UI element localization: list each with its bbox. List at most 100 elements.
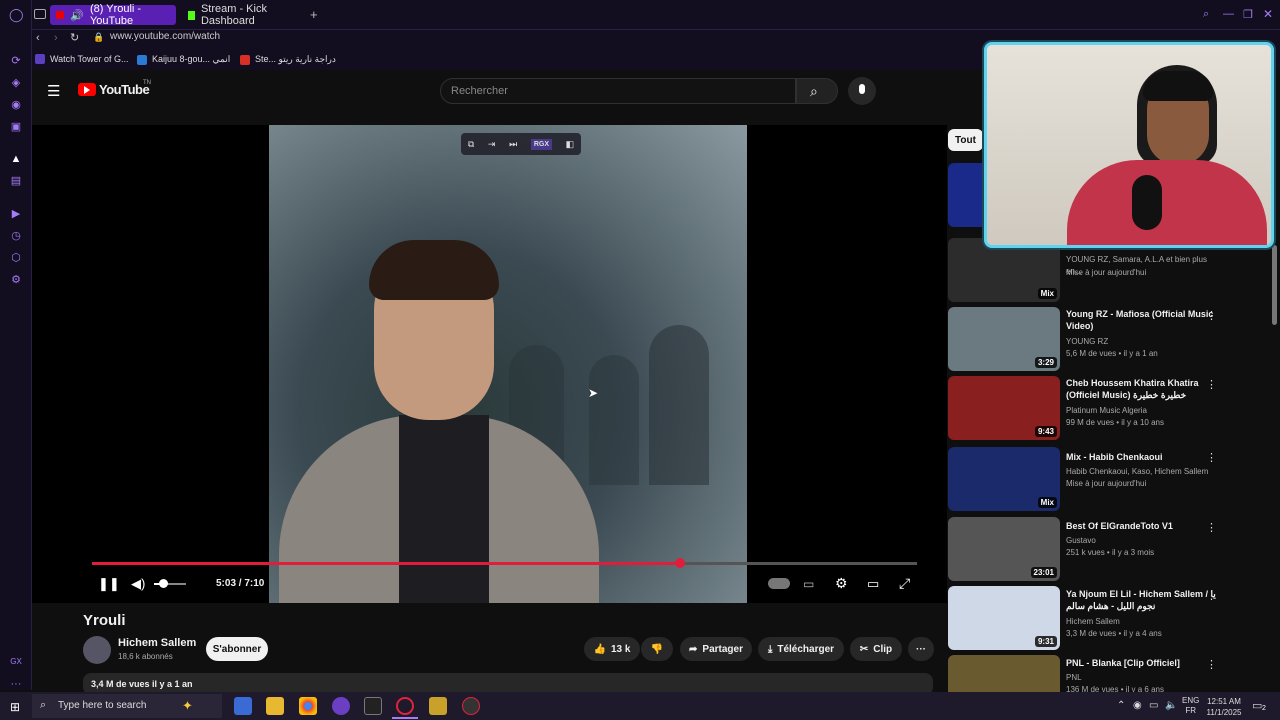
network-icon[interactable]: ▭ (1149, 700, 1158, 711)
rec-thumbnail[interactable]: 9:31 (948, 586, 1060, 650)
subscribe-button[interactable]: S'abonner (206, 637, 268, 661)
voice-search-button[interactable] (848, 77, 876, 105)
rec-more-icon[interactable]: ⋮ (1206, 589, 1217, 602)
rec-title[interactable]: Young RZ - Mafiosa (Official Music Video… (1066, 308, 1216, 332)
obs-icon[interactable] (462, 697, 480, 715)
back-icon[interactable]: ‹ (36, 32, 40, 44)
close-window-icon[interactable]: ✕ (1263, 7, 1273, 21)
rec-more-icon[interactable]: ⋮ (1206, 378, 1217, 391)
share-button[interactable]: ➦ Partager (680, 637, 752, 661)
sidebar-toggle-icon[interactable]: ◧ (566, 139, 575, 150)
rec-channel[interactable]: PNL (1066, 672, 1216, 684)
rec-title[interactable]: Cheb Houssem Khatira Khatira (Officiel M… (1066, 377, 1216, 401)
opera-gx-icon[interactable] (396, 697, 414, 715)
tray-chevron-icon[interactable]: ⌃ (1117, 700, 1125, 711)
popout-icon[interactable]: ⧉ (468, 139, 474, 150)
app-icon[interactable] (332, 697, 350, 715)
windows-start-icon[interactable]: ⊞ (10, 700, 20, 714)
rec-more-icon[interactable]: ⋮ (1206, 658, 1217, 671)
bookmark-3[interactable]: Ste... دراجة نارية ريتو (240, 54, 336, 65)
rec-title[interactable]: Mix - Habib Chenkaoui (1066, 451, 1216, 463)
volume-icon[interactable]: ◀) (131, 576, 145, 592)
skip-icon[interactable]: ⏭ (509, 139, 517, 150)
filter-chip-all[interactable]: Tout (948, 129, 983, 151)
volume-tray-icon[interactable]: 🔈 (1165, 700, 1177, 711)
channel-avatar[interactable] (83, 636, 111, 664)
file-explorer-icon[interactable] (266, 697, 284, 715)
sidebar-settings-icon[interactable]: ⚙ (9, 273, 23, 287)
tab-kick[interactable]: Stream - Kick Dashboard (182, 3, 302, 27)
rec-channel[interactable]: Gustavo (1066, 535, 1216, 547)
opera-logo-icon[interactable]: ◯ (9, 8, 24, 22)
terminal-icon[interactable] (364, 697, 382, 715)
settings-gear-icon[interactable]: ⚙ (835, 575, 848, 592)
search-button[interactable]: ⌕ (796, 78, 838, 104)
pause-icon[interactable]: ❚❚ (98, 576, 120, 592)
taskbar-search-input[interactable]: Type here to search (32, 694, 222, 718)
url-field[interactable]: www.youtube.com/watch (110, 31, 220, 42)
sidebar-messenger-icon[interactable]: ◉ (9, 98, 23, 112)
rec-channel[interactable]: Hichem Sallem (1066, 616, 1216, 628)
minimize-icon[interactable]: — (1223, 8, 1234, 20)
download-button[interactable]: ⤓ Télécharger (758, 637, 844, 661)
new-tab-button[interactable]: + (310, 7, 318, 22)
speaker-icon[interactable]: 🔊 (70, 9, 84, 22)
rec-thumbnail[interactable]: 9:43 (948, 376, 1060, 440)
rec-thumbnail-partial[interactable] (948, 163, 983, 227)
rgx-button[interactable]: RGX (530, 138, 552, 150)
clock[interactable]: 12:51 AM 11/1/2025 (1204, 696, 1244, 718)
autoplay-toggle[interactable] (768, 578, 790, 589)
sidebar-twitch-icon[interactable]: ▤ (9, 174, 23, 188)
rec-more-icon[interactable]: ⋮ (1206, 309, 1217, 322)
menu-icon[interactable]: ☰ (47, 82, 60, 100)
rec-more-icon[interactable]: ⋮ (1206, 451, 1217, 464)
notifications-icon[interactable]: ▭ (1252, 699, 1262, 712)
bookmark-1[interactable]: Watch Tower of G... (35, 54, 129, 64)
maximize-icon[interactable]: ❐ (1243, 8, 1253, 21)
rec-more-icon[interactable]: ⋮ (1206, 521, 1217, 534)
more-actions-button[interactable]: ··· (908, 637, 934, 661)
clip-button[interactable]: ✂ Clip (850, 637, 902, 661)
app-icon[interactable] (429, 697, 447, 715)
sidebar-box-icon[interactable]: ▣ (9, 120, 23, 134)
tray-record-icon[interactable]: ◉ (1133, 700, 1142, 711)
channel-name[interactable]: Hichem Sallem (118, 637, 196, 649)
fullscreen-icon[interactable]: ⤢ (899, 575, 910, 592)
rec-title[interactable]: Ya Njoum El Lil - Hichem Sallem / يا نجو… (1066, 588, 1216, 612)
video-frame[interactable] (269, 125, 747, 603)
taskbar-app-icon[interactable] (234, 697, 252, 715)
rec-thumbnail[interactable]: 3:29 (948, 307, 1060, 371)
tab-youtube[interactable]: 🔊 (8) Yrouli - YouTube (50, 3, 176, 27)
page-scrollbar[interactable] (1272, 245, 1277, 325)
sidebar-ai-icon[interactable]: ▲ (9, 152, 23, 166)
dislike-button[interactable]: 👎 (641, 637, 673, 661)
theater-mode-icon[interactable]: ▭ (867, 576, 879, 592)
forward-icon[interactable]: › (54, 32, 58, 44)
like-button[interactable]: 👍 13 k (584, 637, 640, 661)
tab-manager-icon[interactable] (34, 9, 46, 19)
copilot-sparkle-icon[interactable]: ✦ (182, 698, 193, 714)
rec-thumbnail[interactable]: 23:01 (948, 517, 1060, 581)
rec-title[interactable]: PNL - Blanka [Clip Officiel] (1066, 657, 1216, 669)
sidebar-more-icon[interactable]: ··· (9, 677, 23, 691)
rec-thumbnail[interactable] (948, 655, 1060, 692)
language-indicator[interactable]: ENG FR (1182, 696, 1199, 716)
search-input[interactable]: Rechercher (440, 78, 796, 104)
rec-channel[interactable]: YOUNG RZ (1066, 336, 1216, 348)
rec-channel[interactable]: Platinum Music Algeria (1066, 405, 1216, 417)
chrome-icon[interactable] (299, 697, 317, 715)
sidebar-player-icon[interactable]: ▶ (9, 207, 23, 221)
search-tabs-icon[interactable]: ⌕ (1203, 8, 1209, 21)
reload-icon[interactable]: ↻ (70, 31, 79, 44)
subtitles-icon[interactable]: ▭ (803, 577, 814, 591)
progress-scrubber[interactable] (675, 558, 685, 568)
rec-thumbnail[interactable]: Mix (948, 447, 1060, 511)
sidebar-bag-icon[interactable]: ◈ (9, 76, 23, 90)
enter-icon[interactable]: ⇥ (488, 139, 496, 150)
volume-knob[interactable] (159, 579, 168, 588)
bookmark-2[interactable]: Kaijuu 8-gou... انمي (137, 54, 230, 65)
sidebar-extensions-icon[interactable]: ⬡ (9, 251, 23, 265)
sidebar-refresh-icon[interactable]: ⟳ (9, 54, 23, 68)
rec-title[interactable]: Best Of ElGrandeToto V1 (1066, 520, 1216, 532)
sidebar-history-icon[interactable]: ◷ (9, 229, 23, 243)
